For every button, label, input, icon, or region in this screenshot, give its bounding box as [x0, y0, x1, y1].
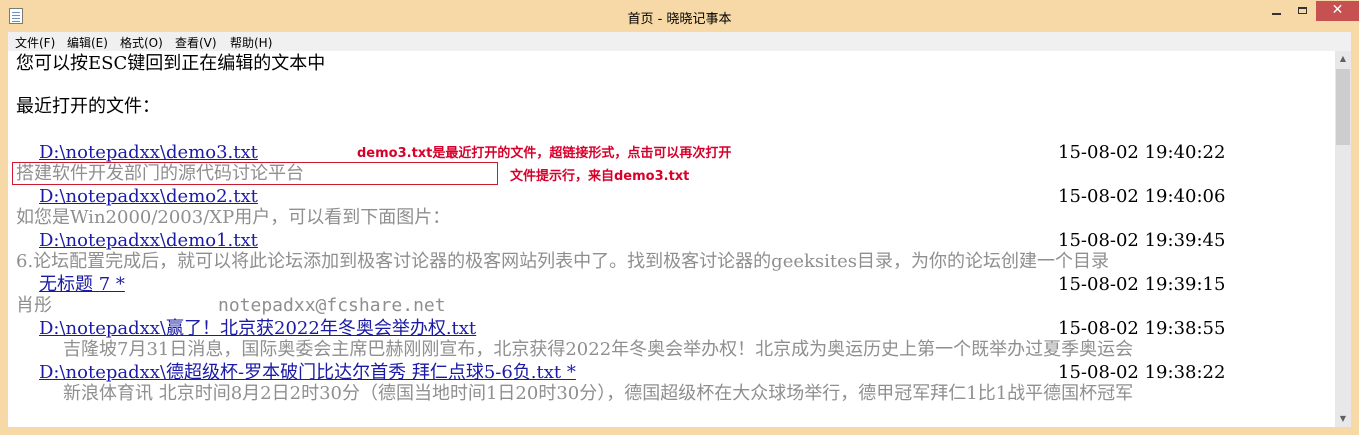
recent-file-prompt: 如您是Win2000/2003/XP用户，可以看到下面图片：: [16, 207, 451, 228]
scroll-down-icon[interactable]: ▼: [1335, 411, 1351, 427]
recent-file-time: 15-08-02 19:39:15: [1058, 274, 1226, 295]
menu-format[interactable]: 格式(O): [120, 34, 163, 51]
recent-file-time: 15-08-02 19:38:55: [1058, 318, 1226, 339]
window-title: 首页 - 晓晓记事本: [627, 12, 732, 27]
prompt-highlight-box: [12, 162, 498, 185]
minimize-icon: [1272, 13, 1281, 15]
recent-file-time: 15-08-02 19:39:45: [1058, 230, 1226, 251]
recent-file-link[interactable]: D:\notepadxx\demo2.txt: [39, 186, 258, 208]
maximize-icon: [1298, 7, 1307, 14]
recent-file-link[interactable]: 无标题 7 *: [39, 274, 125, 296]
close-icon: ✕: [1331, 2, 1344, 18]
maximize-button[interactable]: [1290, 1, 1316, 21]
window-frame-bottom: [0, 427, 1359, 435]
recent-file-time: 15-08-02 19:40:06: [1058, 186, 1226, 207]
close-button[interactable]: ✕: [1316, 1, 1359, 21]
menu-help[interactable]: 帮助(H): [230, 34, 272, 51]
recent-file-time: 15-08-02 19:38:22: [1058, 362, 1226, 383]
recent-file-prompt: 新浪体育讯 北京时间8月2日2时30分（德国当地时间1日20时30分），德国超级…: [63, 383, 1134, 404]
recent-file-link[interactable]: D:\notepadxx\demo1.txt: [39, 230, 258, 252]
recent-file-link[interactable]: D:\notepadxx\德超级杯-罗本破门比达尔首秀 拜仁点球5-6负.txt…: [39, 362, 576, 384]
recent-file-prompt: 6.论坛配置完成后，就可以将此论坛添加到极客讨论器的极客网站列表中了。找到极客讨…: [16, 251, 1110, 272]
editor-content[interactable]: 您可以按ESC键回到正在编辑的文本中 最近打开的文件： D:\notepadxx…: [8, 51, 1335, 427]
recent-file-prompt: 肖彤: [16, 295, 52, 316]
menu-view[interactable]: 查看(V): [175, 34, 217, 51]
recent-file-prompt-email: notepadxx@fcshare.net: [218, 295, 446, 316]
recent-file-prompt: 吉隆坡7月31日消息，国际奥委会主席巴赫刚刚宣布，北京获得2022年冬奥会举办权…: [63, 339, 1134, 360]
link-annotation: demo3.txt是最近打开的文件，超链接形式，点击可以再次打开: [357, 146, 732, 161]
vertical-scrollbar[interactable]: ▲ ▼: [1335, 51, 1351, 427]
scroll-thumb[interactable]: [1336, 69, 1350, 145]
minimize-button[interactable]: [1263, 1, 1290, 21]
recent-file-time: 15-08-02 19:40:22: [1058, 142, 1226, 163]
menu-edit[interactable]: 编辑(E): [67, 34, 108, 51]
prompt-annotation: 文件提示行，来自demo3.txt: [510, 169, 690, 184]
menu-bar: 文件(F) 编辑(E) 格式(O) 查看(V) 帮助(H): [8, 32, 1351, 51]
menu-file[interactable]: 文件(F): [15, 34, 55, 51]
recent-file-link[interactable]: D:\notepadxx\赢了！北京获2022年冬奥会举办权.txt: [39, 318, 476, 340]
recent-file-link[interactable]: D:\notepadxx\demo3.txt: [39, 142, 258, 164]
title-bar: 首页 - 晓晓记事本 ✕: [0, 0, 1359, 32]
esc-hint: 您可以按ESC键回到正在编辑的文本中: [16, 53, 326, 74]
scroll-up-icon[interactable]: ▲: [1335, 51, 1351, 67]
recent-files-heading: 最近打开的文件：: [16, 96, 160, 117]
